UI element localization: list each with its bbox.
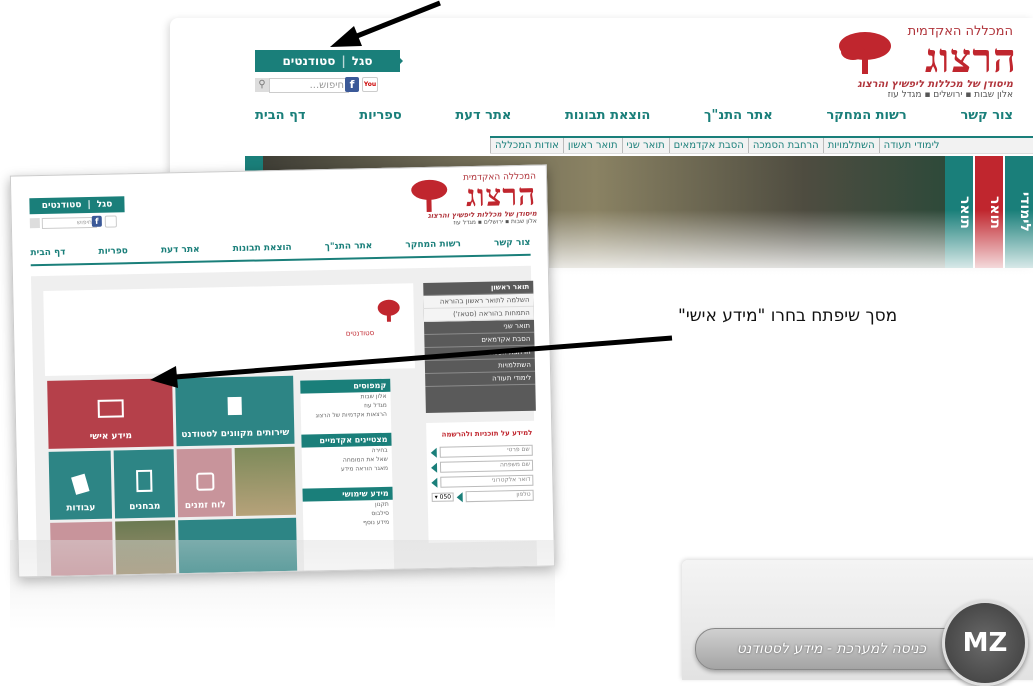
arrow-to-personal-info-icon: [150, 335, 673, 388]
annotation-arrows: [150, 0, 673, 388]
arrow-to-login-icon: [330, 0, 441, 47]
